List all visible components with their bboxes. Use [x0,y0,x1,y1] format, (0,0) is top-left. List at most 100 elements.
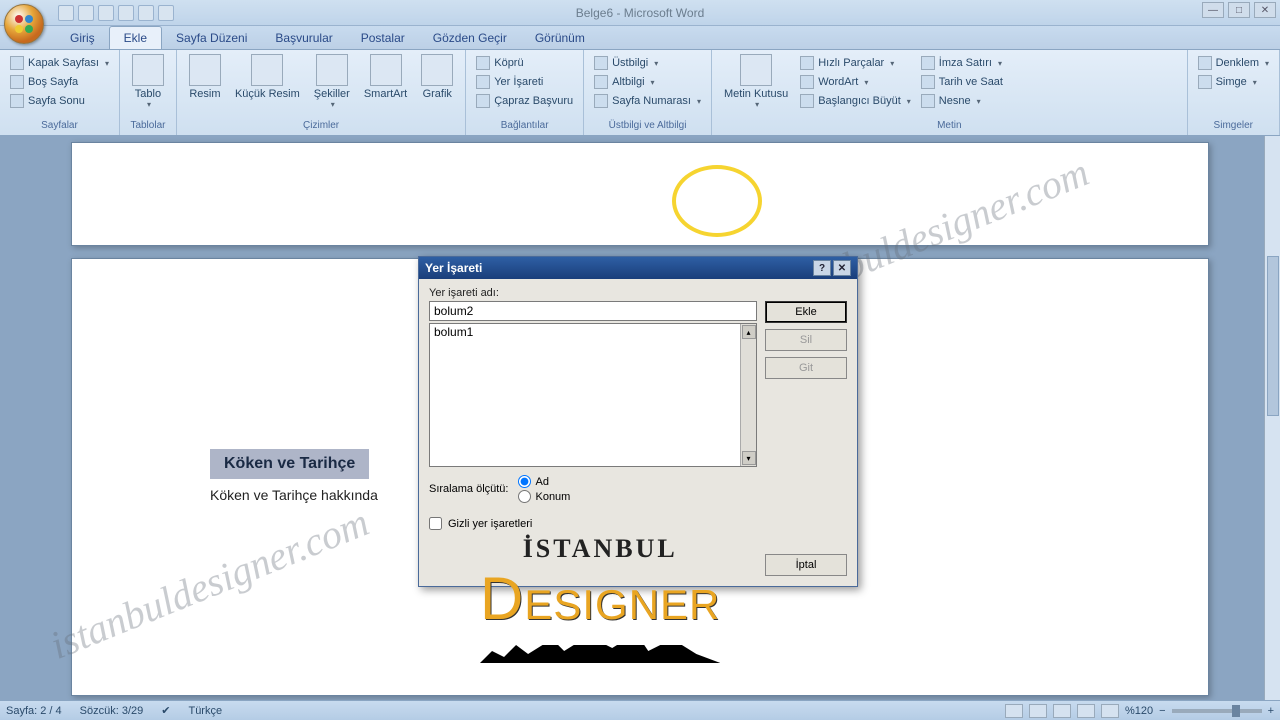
minimize-button[interactable]: — [1202,2,1224,18]
tab-gorunum[interactable]: Görünüm [521,27,599,49]
zoom-level[interactable]: %120 [1125,705,1153,717]
view-print-layout[interactable] [1005,704,1023,718]
group-tablolar: Tablo▾ Tablolar [120,50,177,135]
cmd-hizli-parcalar[interactable]: Hızlı Parçalar▾ [796,54,915,72]
dialog-title-text: Yer İşareti [425,261,482,275]
status-language[interactable]: Türkçe [188,705,222,717]
list-scrollbar[interactable]: ▴▾ [740,324,756,466]
view-full-screen[interactable] [1029,704,1047,718]
close-button[interactable]: ✕ [1254,2,1276,18]
qat-undo-icon[interactable] [138,5,154,21]
clipart-icon [251,54,283,86]
ribbon: Kapak Sayfası▾ Boş Sayfa Sayfa Sonu Sayf… [0,50,1280,136]
dialog-help-button[interactable]: ? [813,260,831,276]
cmd-metin-kutusu[interactable]: Metin Kutusu▾ [718,52,794,111]
status-wordcount[interactable]: Sözcük: 3/29 [80,705,144,717]
view-outline[interactable] [1077,704,1095,718]
scroll-up-icon[interactable]: ▴ [742,325,756,339]
tab-basvurular[interactable]: Başvurular [261,27,346,49]
cmd-tarih-saat[interactable]: Tarih ve Saat [917,73,1007,91]
cmd-sayfa-sonu[interactable]: Sayfa Sonu [6,92,113,110]
group-label-sayfalar: Sayfalar [6,118,113,133]
view-web-layout[interactable] [1053,704,1071,718]
bookmark-name-input[interactable] [429,301,757,321]
cmd-bos-sayfa[interactable]: Boş Sayfa [6,73,113,91]
tab-postalar[interactable]: Postalar [347,27,419,49]
chart-icon [421,54,453,86]
bookmark-list-item[interactable]: bolum1 [430,324,756,340]
office-button[interactable] [4,4,44,44]
table-icon [132,54,164,86]
qat-open-icon[interactable] [78,5,94,21]
dialog-close-button[interactable]: ✕ [833,260,851,276]
cmd-wordart[interactable]: WordArt▾ [796,73,915,91]
cmd-sekiller[interactable]: Şekiller▾ [308,52,356,111]
radio-konum[interactable]: Konum [518,490,570,503]
datetime-icon [921,75,935,89]
cmd-tablo[interactable]: Tablo▾ [126,52,170,111]
page-break-icon [10,94,24,108]
cmd-kucuk-resim[interactable]: Küçük Resim [229,52,306,102]
page-1-bottom[interactable] [71,142,1209,246]
group-sayfalar: Kapak Sayfası▾ Boş Sayfa Sayfa Sonu Sayf… [0,50,120,135]
ekle-button[interactable]: Ekle [765,301,847,323]
maximize-button[interactable]: □ [1228,2,1250,18]
selected-heading[interactable]: Köken ve Tarihçe [210,449,369,479]
qat-save-icon[interactable] [98,5,114,21]
cmd-yer-isareti[interactable]: Yer İşareti [472,73,577,91]
cmd-nesne[interactable]: Nesne▾ [917,92,1007,110]
iptal-button[interactable]: İptal [765,554,847,576]
vertical-scrollbar[interactable] [1264,136,1280,700]
cmd-denklem[interactable]: Denklem▾ [1194,54,1273,72]
bookmark-icon [476,75,490,89]
group-label-tablolar: Tablolar [126,118,170,133]
qat-print-icon[interactable] [118,5,134,21]
qat-redo-icon[interactable] [158,5,174,21]
zoom-slider[interactable] [1172,709,1262,713]
status-page[interactable]: Sayfa: 2 / 4 [6,705,62,717]
cmd-kapak-sayfasi[interactable]: Kapak Sayfası▾ [6,54,113,72]
cmd-imza-satiri[interactable]: İmza Satırı▾ [917,54,1007,72]
git-button[interactable]: Git [765,357,847,379]
group-label-ustalt: Üstbilgi ve Altbilgi [590,118,705,133]
status-proofing-icon[interactable]: ✔ [161,704,170,717]
cmd-altbilgi[interactable]: Altbilgi▾ [590,73,705,91]
zoom-out-button[interactable]: − [1159,705,1165,717]
body-paragraph[interactable]: Köken ve Tarihçe hakkında [210,487,378,503]
radio-konum-input[interactable] [518,490,531,503]
zoom-slider-knob[interactable] [1232,705,1240,717]
hidden-bookmarks-label: Gizli yer işaretleri [448,518,532,530]
zoom-in-button[interactable]: + [1268,705,1274,717]
group-cizimler: Resim Küçük Resim Şekiller▾ SmartArt Gra… [177,50,466,135]
group-label-metin: Metin [718,118,1181,133]
crossref-icon [476,94,490,108]
tab-giris[interactable]: Giriş [56,27,109,49]
cmd-sayfa-numarasi[interactable]: Sayfa Numarası▾ [590,92,705,110]
cmd-resim[interactable]: Resim [183,52,227,102]
tab-sayfa-duzeni[interactable]: Sayfa Düzeni [162,27,261,49]
cmd-simge[interactable]: Simge▾ [1194,73,1273,91]
radio-ad[interactable]: Ad [518,475,570,488]
cmd-smartart[interactable]: SmartArt [358,52,413,102]
scroll-down-icon[interactable]: ▾ [742,451,756,465]
textbox-icon [740,54,772,86]
cmd-grafik[interactable]: Grafik [415,52,459,102]
view-draft[interactable] [1101,704,1119,718]
dialog-titlebar[interactable]: Yer İşareti ? ✕ [419,257,857,279]
radio-ad-input[interactable] [518,475,531,488]
status-bar: Sayfa: 2 / 4 Sözcük: 3/29 ✔ Türkçe %120 … [0,700,1280,720]
quickparts-icon [800,56,814,70]
hidden-bookmarks-checkbox[interactable] [429,517,442,530]
cmd-ustbilgi[interactable]: Üstbilgi▾ [590,54,705,72]
scroll-thumb[interactable] [1267,256,1279,416]
sil-button[interactable]: Sil [765,329,847,351]
qat-new-icon[interactable] [58,5,74,21]
dropcap-icon [800,94,814,108]
cmd-baslangic-buyut[interactable]: Başlangıcı Büyüt▾ [796,92,915,110]
tab-gozden-gecir[interactable]: Gözden Geçir [419,27,521,49]
bookmark-list[interactable]: bolum1 ▴▾ [429,323,757,467]
tab-ekle[interactable]: Ekle [109,26,162,49]
cmd-capraz-basvuru[interactable]: Çapraz Başvuru [472,92,577,110]
header-icon [594,56,608,70]
cmd-kopru[interactable]: Köprü [472,54,577,72]
